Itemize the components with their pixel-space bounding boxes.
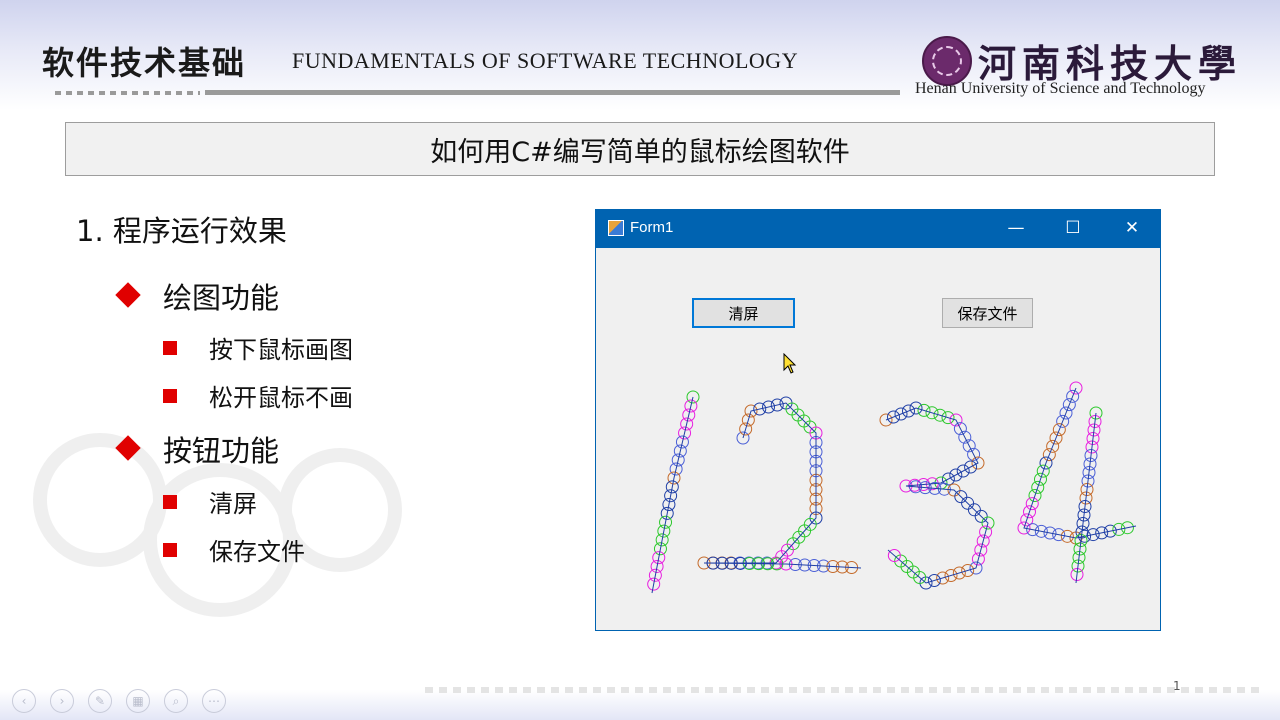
list-item-text: 松开鼠标不画 — [209, 384, 353, 412]
square-bullet-icon — [163, 341, 177, 355]
university-name-en: Henan University of Science and Technolo… — [915, 80, 1206, 97]
list-item-text: 清屏 — [209, 490, 257, 518]
bottom-bar — [0, 690, 1280, 720]
stroke-path — [1075, 412, 1097, 584]
list-item: 按下鼠标画图 — [163, 330, 353, 365]
next-icon[interactable]: › — [50, 689, 74, 713]
stroke-path — [1023, 387, 1137, 539]
mouse-cursor-icon — [783, 353, 797, 374]
course-title-cn: 软件技术基础 — [42, 44, 247, 82]
square-bullet-icon — [163, 495, 177, 509]
list-item-text: 按下鼠标画图 — [209, 336, 353, 364]
zoom-icon[interactable]: ⌕ — [164, 689, 188, 713]
header-rule — [205, 90, 900, 95]
section-label: 按钮功能 — [163, 434, 280, 468]
diamond-bullet-icon — [115, 435, 141, 461]
square-bullet-icon — [163, 389, 177, 403]
close-icon[interactable]: ✕ — [1117, 218, 1147, 238]
app-icon — [608, 220, 624, 236]
page-number: 1 — [1173, 679, 1181, 693]
diamond-bullet-icon — [115, 282, 141, 308]
form-title: Form1 — [630, 219, 674, 236]
section-drawing: 绘图功能 — [115, 275, 280, 317]
slide-title: 如何用C#编写简单的鼠标绘图软件 — [65, 122, 1215, 176]
slides-icon[interactable]: ▦ — [126, 689, 150, 713]
course-title-en: FUNDAMENTALS OF SOFTWARE TECHNOLOGY — [292, 48, 799, 73]
list-item: 松开鼠标不画 — [163, 378, 353, 413]
more-icon[interactable]: ⋯ — [202, 689, 226, 713]
list-item-text: 保存文件 — [209, 538, 305, 566]
bottom-dotted-rule — [425, 687, 1260, 693]
maximize-icon[interactable]: ☐ — [1058, 218, 1088, 238]
square-bullet-icon — [163, 543, 177, 557]
stroke-path — [703, 402, 862, 569]
list-item: 清屏 — [163, 484, 257, 519]
drawing-canvas[interactable] — [596, 248, 1160, 630]
section-buttons: 按钮功能 — [115, 428, 280, 470]
header-dotted-rule — [55, 91, 200, 95]
minimize-icon[interactable]: — — [1001, 218, 1031, 238]
section-label: 绘图功能 — [163, 281, 280, 315]
list-item: 保存文件 — [163, 532, 305, 567]
prev-icon[interactable]: ‹ — [12, 689, 36, 713]
form-titlebar[interactable]: Form1 — ☐ ✕ — [596, 210, 1160, 248]
point-heading: 1. 程序运行效果 — [76, 214, 287, 248]
university-logo — [922, 36, 972, 86]
pen-icon[interactable]: ✎ — [88, 689, 112, 713]
form-window-screenshot: Form1 — ☐ ✕ 清屏 保存文件 — [595, 209, 1161, 631]
